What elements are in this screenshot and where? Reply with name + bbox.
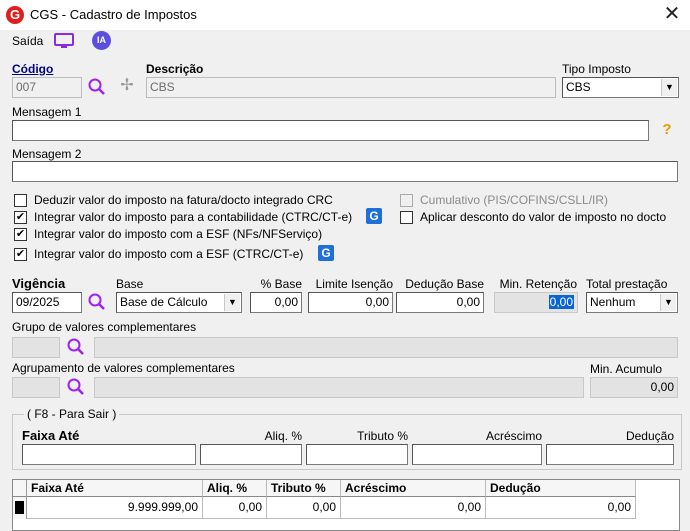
contabilidade-label: Integrar valor do imposto para a contabi… (34, 210, 353, 224)
search-icon[interactable] (87, 292, 107, 312)
cumulativo-label: Cumulativo (PIS/COFINS/CSLL/IR) (420, 193, 609, 207)
mensagem2-label: Mensagem 2 (12, 147, 82, 161)
grupo-valores-label: Grupo de valores complementares (12, 320, 197, 334)
grid-header-acrescimo[interactable]: Acréscimo (341, 480, 486, 497)
agrupamento-desc-input[interactable] (94, 377, 584, 398)
desconto-label: Aplicar desconto do valor de imposto no … (420, 210, 667, 224)
desconto-checkbox[interactable] (400, 211, 413, 224)
grid-corner (13, 480, 27, 497)
esf-nf-checkbox[interactable]: ✔ (14, 228, 27, 241)
limite-isencao-label: Limite Isenção (315, 277, 393, 291)
exit-label[interactable]: Saída (12, 34, 43, 48)
total-prestacao-label: Total prestação (586, 277, 668, 291)
acrescimo-label: Acréscimo (485, 429, 542, 443)
mensagem1-label: Mensagem 1 (12, 105, 82, 119)
vigencia-input[interactable]: 09/2025 (12, 292, 82, 313)
total-prestacao-select[interactable]: Nenhum ▼ (586, 292, 678, 313)
codigo-label: Código (12, 62, 54, 76)
aliq-label: Aliq. % (264, 429, 302, 443)
base-value: Base de Cálculo (120, 295, 208, 309)
grid-header-aliq[interactable]: Aliq. % (203, 480, 267, 497)
cumulativo-checkbox (400, 194, 413, 207)
grid-header-faixa[interactable]: Faixa Até (27, 480, 203, 497)
limite-isencao-input[interactable]: 0,00 (308, 292, 393, 313)
codigo-input[interactable]: 007 (12, 77, 82, 98)
search-icon[interactable] (66, 377, 86, 397)
table-cell[interactable]: 9.999.999,00 (27, 497, 203, 519)
grid-header-deducao[interactable]: Dedução (486, 480, 636, 497)
descricao-label: Descrição (146, 62, 204, 76)
faixa-ate-input[interactable] (22, 444, 196, 465)
row-indicator[interactable] (13, 497, 27, 519)
min-retencao-value: 0,00 (548, 295, 574, 309)
monitor-icon[interactable] (53, 32, 75, 50)
deduzir-label: Deduzir valor do imposto na fatura/docto… (34, 193, 333, 207)
ia-icon[interactable]: IA (92, 31, 111, 50)
table-cell[interactable]: 0,00 (203, 497, 267, 519)
table-cell[interactable]: 0,00 (486, 497, 636, 519)
pct-base-input[interactable]: 0,00 (250, 292, 302, 313)
deduzir-checkbox[interactable] (14, 194, 27, 207)
base-select[interactable]: Base de Cálculo ▼ (116, 292, 242, 313)
min-retencao-label: Min. Retenção (499, 277, 577, 291)
tributo-label: Tributo % (357, 429, 408, 443)
contabilidade-checkbox[interactable]: ✔ (14, 211, 27, 224)
tipo-imposto-select[interactable]: CBS ▼ (562, 77, 679, 98)
grupo-valores-desc-input[interactable] (94, 337, 678, 358)
esf-ctrc-label: Integrar valor do imposto com a ESF (CTR… (34, 247, 304, 261)
aliq-input[interactable] (200, 444, 302, 465)
tipo-imposto-value: CBS (566, 80, 591, 94)
min-acumulo-input[interactable]: 0,00 (590, 377, 678, 398)
base-label: Base (116, 277, 144, 291)
tributo-input[interactable] (306, 444, 408, 465)
deducao-base-label: Dedução Base (405, 277, 484, 291)
descricao-input[interactable]: CBS (146, 77, 556, 98)
deducao-input[interactable] (546, 444, 674, 465)
window-title: CGS - Cadastro de Impostos (30, 7, 197, 22)
table-cell[interactable]: 0,00 (341, 497, 486, 519)
deducao-base-input[interactable]: 0,00 (396, 292, 484, 313)
add-icon[interactable]: ✢ (120, 78, 134, 94)
grid-header-tributo[interactable]: Tributo % (267, 480, 341, 497)
help-icon[interactable]: ? (660, 121, 674, 139)
chevron-down-icon[interactable]: ▼ (224, 294, 240, 311)
esf-nf-label: Integrar valor do imposto com a ESF (NFs… (34, 227, 323, 241)
min-acumulo-label: Min. Acumulo (590, 362, 663, 376)
chevron-down-icon[interactable]: ▼ (660, 294, 676, 311)
vigencia-label: Vigência (12, 276, 66, 291)
g-logo-icon[interactable]: G (318, 245, 334, 261)
agrupamento-code-input[interactable] (12, 377, 60, 398)
g-logo-icon[interactable]: G (366, 208, 382, 224)
app-logo-icon: G (6, 6, 24, 24)
deducao-label: Dedução (625, 429, 674, 443)
search-icon[interactable] (87, 77, 107, 97)
grupo-valores-code-input[interactable] (12, 337, 60, 358)
mensagem2-input[interactable] (12, 161, 678, 182)
mensagem1-input[interactable] (12, 120, 649, 141)
chevron-down-icon[interactable]: ▼ (661, 79, 677, 96)
esf-ctrc-checkbox[interactable]: ✔ (14, 248, 27, 261)
total-prestacao-value: Nenhum (590, 295, 636, 309)
faixa-ate-label: Faixa Até (22, 428, 80, 443)
agrupamento-label: Agrupamento de valores complementares (12, 361, 235, 375)
min-retencao-input[interactable]: 0,00 (494, 292, 578, 313)
faixas-caption: ( F8 - Para Sair ) (24, 407, 120, 421)
search-icon[interactable] (66, 337, 86, 357)
table-cell[interactable]: 0,00 (267, 497, 341, 519)
pct-base-label: % Base (260, 277, 302, 291)
tipo-imposto-label: Tipo Imposto (562, 62, 631, 76)
close-icon[interactable]: ✕ (660, 3, 684, 25)
acrescimo-input[interactable] (412, 444, 542, 465)
